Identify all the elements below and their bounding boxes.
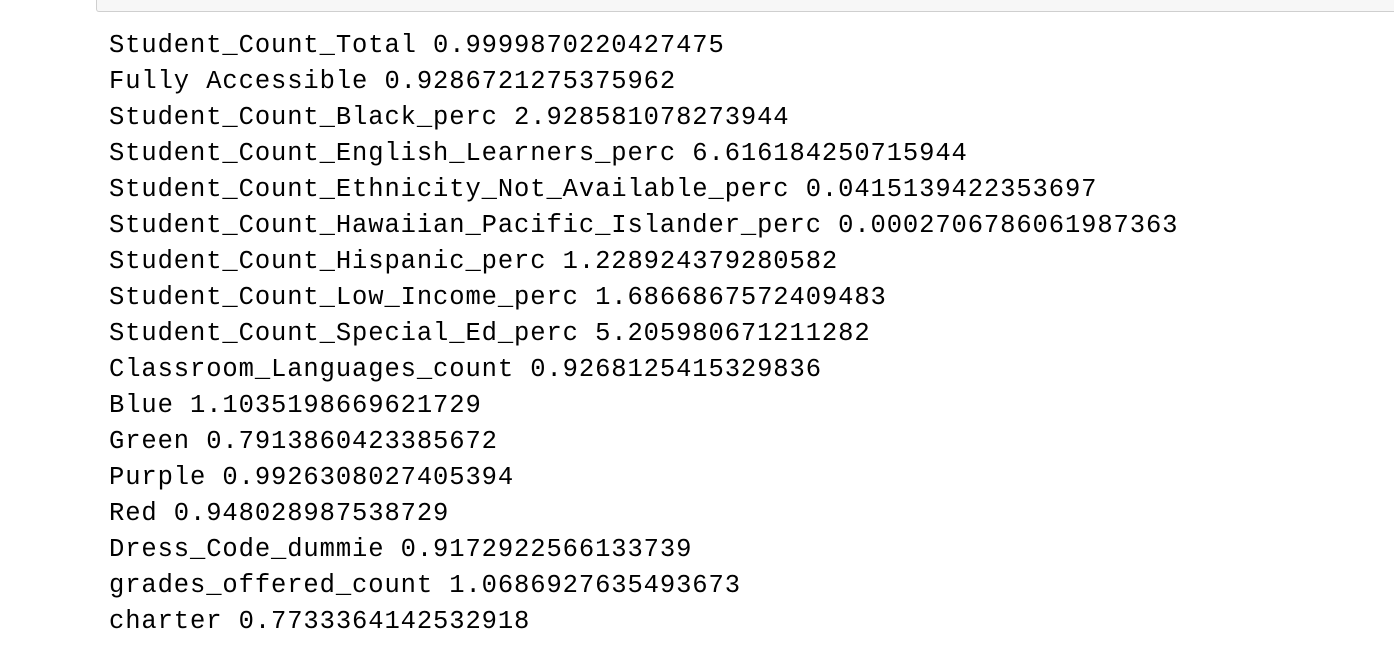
output-line: Green 0.7913860423385672 — [109, 427, 498, 456]
output-line: Classroom_Languages_count 0.926812541532… — [109, 355, 822, 384]
output-line: Blue 1.1035198669621729 — [109, 391, 482, 420]
code-cell-bottom-edge[interactable] — [96, 0, 1394, 12]
output-line: Student_Count_Special_Ed_perc 5.20598067… — [109, 319, 871, 348]
output-line: grades_offered_count 1.0686927635493673 — [109, 571, 741, 600]
cell-output-area: Student_Count_Total 0.9999870220427475 F… — [109, 28, 1178, 640]
output-line: Student_Count_Low_Income_perc 1.68668675… — [109, 283, 887, 312]
output-line: Student_Count_Hispanic_perc 1.2289243792… — [109, 247, 839, 276]
output-line: Dress_Code_dummie 0.9172922566133739 — [109, 535, 693, 564]
output-line: Student_Count_Hawaiian_Pacific_Islander_… — [109, 211, 1179, 240]
output-line: Red 0.948028987538729 — [109, 499, 450, 528]
output-line: Student_Count_English_Learners_perc 6.61… — [109, 139, 968, 168]
output-line: Student_Count_Total 0.9999870220427475 — [109, 31, 725, 60]
notebook-page: Student_Count_Total 0.9999870220427475 F… — [0, 0, 1394, 664]
output-line: Fully Accessible 0.9286721275375962 — [109, 67, 677, 96]
output-line: Student_Count_Ethnicity_Not_Available_pe… — [109, 175, 1098, 204]
output-line: charter 0.7733364142532918 — [109, 607, 531, 636]
output-line: Student_Count_Black_perc 2.9285810782739… — [109, 103, 790, 132]
output-line: Purple 0.9926308027405394 — [109, 463, 515, 492]
